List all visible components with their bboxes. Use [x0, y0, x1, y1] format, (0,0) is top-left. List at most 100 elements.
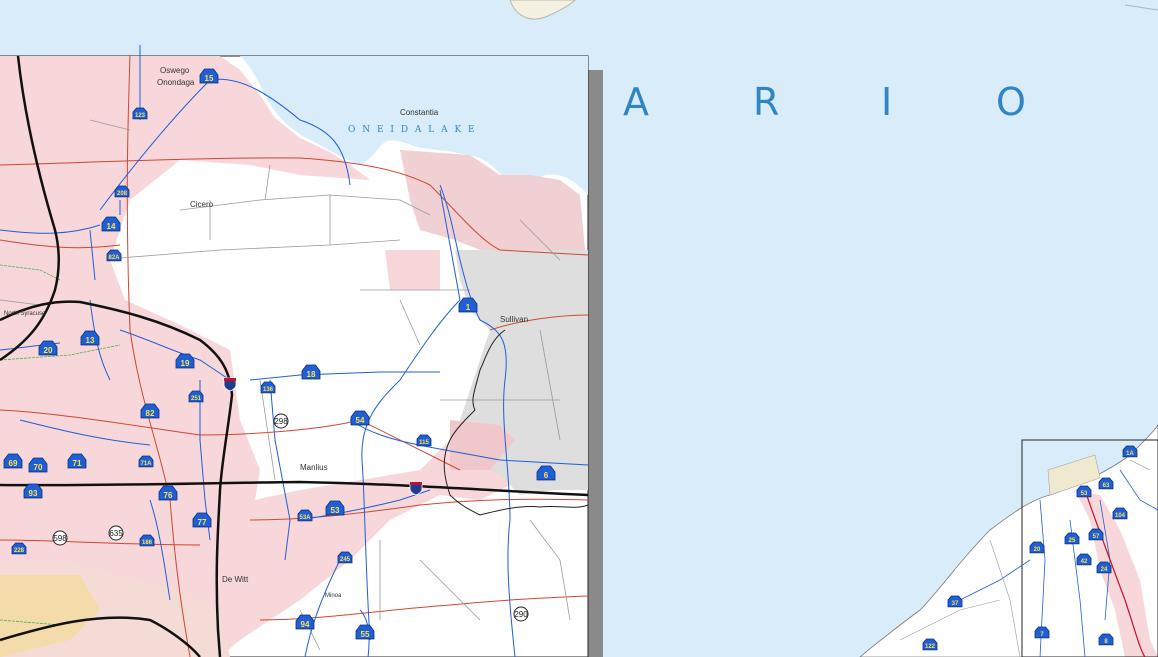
svg-text:635: 635: [109, 529, 123, 538]
county-route-shield-13: 13: [80, 330, 100, 346]
county-route-shield-label: 53: [331, 506, 340, 515]
label-sullivan: Sullivan: [500, 315, 528, 324]
county-route-shield-label: 251: [191, 396, 202, 402]
county-route-shield-1: 1: [458, 297, 478, 313]
county-route-shield-label: 53: [1081, 491, 1088, 497]
lake-title-letter-i: I: [881, 80, 893, 124]
map-canvas[interactable]: Oswego Onondaga Constantia O N E I D A L…: [0, 0, 1158, 657]
county-route-shield-label: 18: [307, 370, 316, 379]
county-route-shield-label: 245: [340, 557, 351, 563]
county-route-shield-label: 55: [361, 630, 370, 639]
label-constantia: Constantia: [400, 108, 439, 117]
county-route-shield-82: 82: [140, 403, 160, 419]
county-route-shield-label: 6: [544, 471, 549, 480]
county-route-shield-14: 14: [101, 216, 121, 232]
label-dewitt: De Witt: [222, 575, 249, 584]
county-route-shield-104: 104: [1112, 507, 1128, 520]
county-route-shield-186: 186: [139, 534, 155, 547]
county-route-shield-label: 13: [86, 336, 95, 345]
county-route-shield-label: 122: [925, 644, 936, 650]
county-route-shield-42: 42: [1076, 553, 1092, 566]
county-route-shield-label: 19: [181, 359, 190, 368]
county-route-shield-label: 57: [1093, 534, 1100, 540]
county-route-shield-label: 69: [9, 459, 18, 468]
label-cicero: Cicero: [190, 200, 214, 209]
county-route-shield-label: 25: [1069, 538, 1076, 544]
county-route-shield-label: 70: [34, 463, 43, 472]
urban-area-cicero: [385, 250, 440, 290]
county-route-shield-37: 37: [947, 595, 963, 608]
interstate-shield-481: [223, 377, 237, 392]
main-map-panel[interactable]: Oswego Onondaga Constantia O N E I D A L…: [0, 45, 589, 657]
state-shield-290: 290: [513, 606, 529, 622]
county-route-shield-82a: 82A: [106, 249, 122, 262]
county-route-shield-71: 71: [67, 453, 87, 469]
state-shield-598: 598: [52, 530, 68, 546]
county-route-shield-label: 15: [205, 74, 214, 83]
county-route-shield-123: 123: [132, 107, 148, 120]
county-route-shield-53a: 53A: [297, 509, 313, 522]
label-oneida-lake: O N E I D A L A K E: [348, 125, 477, 135]
county-route-shield-label: 94: [301, 620, 310, 629]
label-manlius: Manlius: [300, 463, 328, 472]
lake-title-letter-o: O: [996, 80, 1026, 124]
county-route-shield-7: 7: [1034, 626, 1050, 639]
county-route-shield-label: 82: [146, 409, 155, 418]
county-route-shield-label: 63: [1103, 483, 1110, 489]
county-route-shield-label: 71: [73, 459, 82, 468]
state-shield-635: 635: [108, 525, 124, 541]
county-route-shield-label: 71A: [140, 461, 152, 467]
county-route-shield-1a: 1A: [1122, 445, 1138, 458]
county-route-shield-54: 54: [350, 410, 370, 426]
county-route-shield-label: 20: [44, 346, 53, 355]
county-route-shield-19: 19: [175, 353, 195, 369]
county-route-shield-label: 76: [164, 491, 173, 500]
county-route-shield-55: 55: [355, 624, 375, 640]
county-route-shield-20: 20: [38, 340, 58, 356]
county-route-shield-251: 251: [188, 390, 204, 403]
label-oswego: Oswego: [160, 66, 190, 75]
county-route-shield-label: 82A: [108, 255, 120, 261]
county-route-shield-6: 6: [536, 465, 556, 481]
county-route-shield-208: 208: [114, 185, 130, 198]
county-route-shield-label: 1A: [1126, 451, 1134, 457]
county-route-shield-71a: 71A: [138, 455, 154, 468]
label-north-syracuse: North Syracuse: [4, 311, 46, 317]
label-onondaga: Onondaga: [157, 78, 195, 87]
county-route-shield-245: 245: [337, 551, 353, 564]
county-route-shield-122: 122: [922, 638, 938, 651]
county-route-shield-53: 53: [1076, 485, 1092, 498]
county-route-shield-label: 136: [263, 387, 274, 393]
county-route-shield-label: 37: [952, 601, 959, 607]
svg-text:598: 598: [53, 534, 67, 543]
county-route-shield-77: 77: [192, 512, 212, 528]
county-route-shield-label: 42: [1081, 559, 1088, 565]
county-route-shield-label: 115: [419, 440, 429, 446]
county-route-shield-93: 93: [23, 483, 43, 499]
county-route-shield-label: 14: [107, 222, 116, 231]
lake-title-letter-a: A: [623, 80, 649, 124]
county-route-shield-57: 57: [1088, 528, 1104, 541]
county-route-shield-63: 63: [1098, 477, 1114, 490]
county-route-shield-24: 24: [1096, 561, 1112, 574]
state-shield-298: 298: [273, 413, 289, 429]
svg-text:290: 290: [514, 610, 528, 619]
label-minoa: Minoa: [325, 593, 342, 599]
county-route-shield-label: 53A: [299, 515, 311, 521]
county-route-shield-label: 20: [1034, 547, 1041, 553]
county-route-shield-label: 93: [29, 489, 38, 498]
county-route-shield-label: 1: [466, 303, 471, 312]
county-route-shield-label: 24: [1101, 567, 1108, 573]
county-route-shield-70: 70: [28, 457, 48, 473]
county-route-shield-53: 53: [325, 500, 345, 516]
county-route-shield-label: 77: [198, 518, 207, 527]
county-route-shield-label: 228: [14, 548, 25, 554]
county-route-shield-label: 123: [135, 113, 146, 119]
county-route-shield-136: 136: [260, 381, 276, 394]
county-route-shield-94: 94: [295, 614, 315, 630]
interstate-shield-90: [409, 481, 423, 496]
county-route-shield-25: 25: [1064, 532, 1080, 545]
county-route-shield-20: 20: [1029, 541, 1045, 554]
county-route-shield-label: 208: [117, 191, 128, 197]
svg-text:298: 298: [274, 417, 288, 426]
